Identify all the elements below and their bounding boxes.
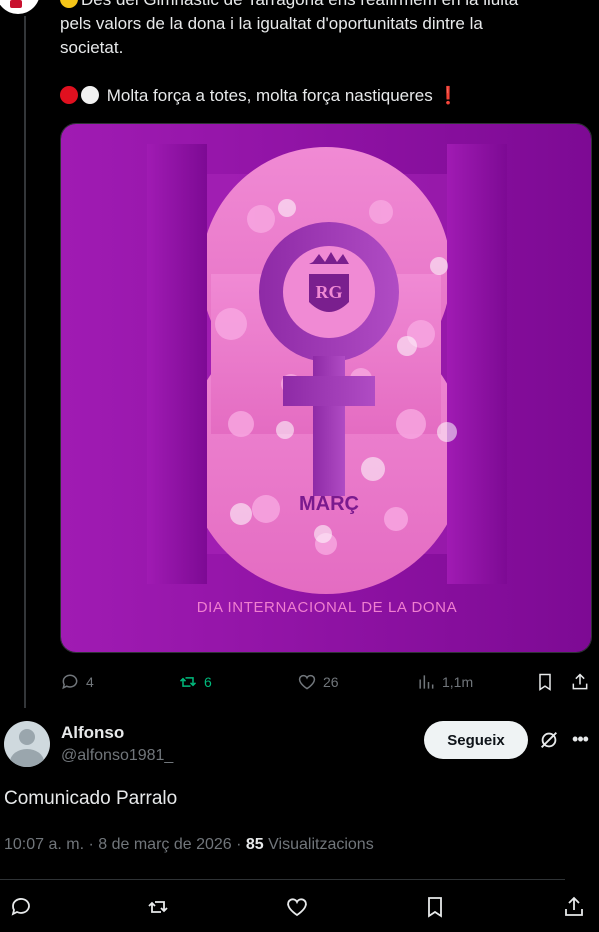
- tweet-text-line: Des del Gimnàstic de Tarragona ens reafi…: [81, 0, 518, 9]
- author-avatar[interactable]: [0, 0, 40, 14]
- views-count: 1,1m: [442, 674, 474, 690]
- share-icon: [572, 673, 588, 690]
- reply-count: 4: [86, 674, 94, 690]
- tweet-image[interactable]: RG MARÇ DIA INTERNACIONAL DE LA DONA: [60, 123, 592, 653]
- tweet-actions: 4 6 26 1,1m: [60, 672, 592, 694]
- heart-icon: [298, 674, 316, 690]
- repost-icon: [179, 677, 197, 687]
- tweet-text-line: pels valors de la dona i la igualtat d'o…: [60, 14, 483, 33]
- heart-icon[interactable]: [285, 895, 309, 919]
- tweet-text-line: societat.: [60, 38, 124, 57]
- month-label: MARÇ: [299, 493, 359, 515]
- white-circle-emoji-icon: [81, 86, 99, 104]
- share-button[interactable]: [570, 672, 590, 692]
- main-tweet-actions: [0, 895, 599, 921]
- tweet-text-line: Molta força a totes, molta força nastiqu…: [106, 86, 433, 105]
- club-crest-icon: [10, 0, 22, 8]
- follow-button[interactable]: Segueix: [424, 721, 528, 759]
- views-icon: [419, 675, 434, 689]
- views-label: Visualitzacions: [263, 836, 374, 853]
- thread-line: [24, 16, 26, 708]
- like-count: 26: [323, 674, 339, 690]
- hand-emoji-icon: [60, 0, 78, 8]
- timestamp[interactable]: 10:07 a. m. · 8 de març de 2026 ·: [4, 836, 246, 853]
- divider: [0, 879, 565, 880]
- views-count: 85: [245, 836, 264, 853]
- reply-button[interactable]: 4: [60, 672, 94, 692]
- views-button[interactable]: 1,1m: [416, 672, 473, 692]
- reply-author-handle[interactable]: @alfonso1981_: [61, 747, 173, 765]
- repost-button[interactable]: 6: [178, 672, 212, 692]
- bookmark-icon: [539, 673, 551, 691]
- more-options-icon[interactable]: •••: [569, 728, 591, 750]
- like-button[interactable]: 26: [297, 672, 339, 692]
- tweet-meta: 10:07 a. m. · 8 de març de 2026 · 85 Vis…: [4, 836, 374, 854]
- repost-icon[interactable]: [146, 895, 170, 919]
- exclamation-emoji-icon: ❗: [437, 86, 459, 105]
- bookmark-icon[interactable]: [423, 895, 447, 919]
- image-caption: DIA INTERNACIONAL DE LA DONA: [197, 599, 457, 616]
- reply-text: Comunicado Parralo: [4, 788, 178, 809]
- club-crest-icon: RG: [309, 252, 349, 312]
- share-icon[interactable]: [562, 895, 586, 919]
- svg-text:RG: RG: [316, 282, 343, 302]
- tweet-text: Des del Gimnàstic de Tarragona ens reafi…: [60, 0, 580, 108]
- repost-count: 6: [204, 674, 212, 690]
- reply-author-name[interactable]: Alfonso: [61, 723, 124, 743]
- grok-icon[interactable]: [538, 729, 560, 751]
- red-circle-emoji-icon: [60, 86, 78, 104]
- bookmark-button[interactable]: [535, 672, 555, 692]
- reply-icon: [62, 674, 78, 690]
- reply-avatar[interactable]: [4, 721, 50, 767]
- reply-icon[interactable]: [9, 895, 33, 919]
